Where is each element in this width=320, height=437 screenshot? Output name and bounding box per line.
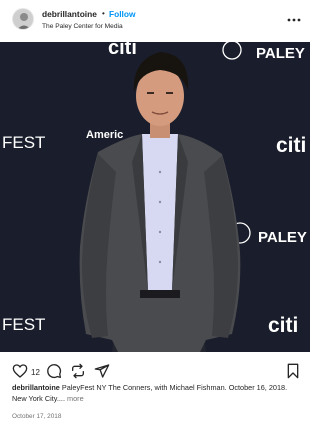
caption-username[interactable]: debrillantoine — [12, 383, 60, 392]
like-button[interactable] — [12, 363, 28, 384]
heart-icon — [12, 364, 28, 378]
comment-icon — [47, 364, 62, 379]
backdrop-paley-top: PALEY — [256, 45, 305, 62]
bookmark-icon — [287, 363, 299, 379]
post-username[interactable]: debrillantoine — [42, 9, 97, 19]
save-button[interactable] — [285, 363, 301, 384]
backdrop-paley-right: PALEY — [258, 229, 307, 246]
follow-button[interactable]: Follow — [109, 9, 136, 19]
instagram-post: debrillantoine • Follow The Paley Center… — [0, 0, 310, 437]
comment-button[interactable] — [46, 363, 62, 384]
post-date: October 17, 2018 — [12, 413, 62, 420]
backdrop-citi-right: citi — [276, 134, 306, 157]
like-count: 12 — [31, 368, 40, 377]
post-header: debrillantoine • Follow The Paley Center… — [0, 0, 310, 42]
more-options-button[interactable] — [286, 12, 302, 22]
more-icon — [287, 18, 301, 22]
post-location[interactable]: The Paley Center for Media — [42, 23, 123, 30]
repost-icon — [72, 363, 84, 379]
caption-more-link[interactable]: more — [67, 394, 84, 403]
separator-dot: • — [102, 9, 105, 18]
backdrop-fest-left-top: FEST — [2, 133, 45, 152]
share-icon — [94, 364, 110, 378]
post-actions: 12 — [0, 360, 310, 382]
post-caption: debrillantoine PaleyFest NY The Conners,… — [12, 383, 302, 404]
backdrop-american: Americ — [86, 129, 123, 141]
repost-button[interactable] — [70, 363, 86, 384]
backdrop-citi-bottom: citi — [268, 314, 298, 337]
share-button[interactable] — [94, 363, 110, 384]
avatar[interactable] — [12, 8, 34, 30]
backdrop-citi-top: citi — [108, 42, 137, 59]
post-image[interactable]: citi PALEY FEST Americ citi PALEY FEST c… — [0, 42, 310, 352]
backdrop-fest-left-bottom: FEST — [2, 315, 45, 334]
